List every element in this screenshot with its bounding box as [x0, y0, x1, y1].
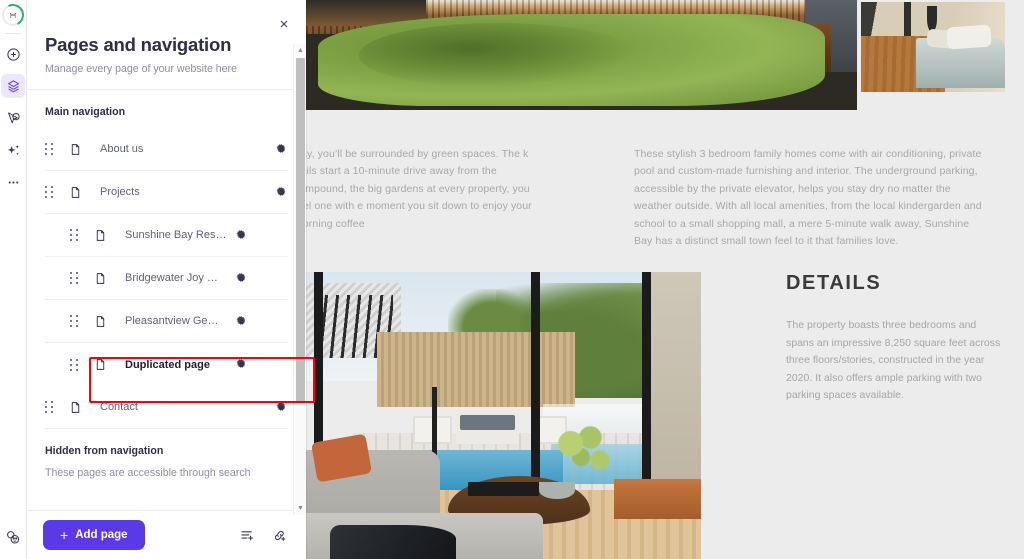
nav-row-label: Contact: [100, 401, 138, 413]
add-link-icon[interactable]: [268, 524, 290, 546]
drag-handle-icon[interactable]: [45, 186, 55, 198]
page-document-icon: [94, 229, 107, 242]
backyard-lawn-photo[interactable]: [306, 0, 857, 110]
hidden-from-navigation-note: These pages are accessible through searc…: [45, 467, 251, 479]
page-settings-gear-icon[interactable]: [275, 401, 288, 414]
page-settings-gear-icon[interactable]: [235, 229, 248, 242]
nav-row-bridgewater-joy[interactable]: Bridgewater Joy …: [45, 257, 288, 300]
drag-handle-icon[interactable]: [45, 401, 55, 413]
rail-divider: [4, 33, 22, 34]
nav-row-projects[interactable]: Projects: [45, 171, 288, 214]
nav-row-label: Projects: [100, 186, 140, 198]
drag-handle-icon[interactable]: [70, 272, 80, 284]
panel-footer: + Add page: [27, 510, 306, 559]
drag-handle-icon[interactable]: [45, 143, 55, 155]
main-navigation-label: Main navigation: [45, 106, 126, 118]
page-title: Pages and navigation: [45, 34, 232, 55]
hidden-from-navigation-label: Hidden from navigation: [45, 445, 164, 457]
nav-row-sunshine-bay[interactable]: Sunshine Bay Res…: [45, 214, 288, 257]
page-document-icon: [69, 401, 82, 414]
left-icon-rail: ∺: [0, 0, 27, 559]
nav-row-label: Duplicated page: [125, 358, 210, 371]
page-settings-gear-icon[interactable]: [235, 272, 248, 285]
page-document-icon: [94, 315, 107, 328]
more-options-button[interactable]: [1, 170, 25, 194]
pages-and-navigation-panel: × Pages and navigation Manage every page…: [27, 0, 315, 559]
panel-header: Pages and navigation Manage every page o…: [27, 0, 306, 90]
nav-row-label: Bridgewater Joy …: [125, 272, 218, 284]
page-settings-gear-icon[interactable]: [275, 143, 288, 156]
ai-assistant-button[interactable]: [1, 138, 25, 162]
scroll-down-arrow-icon[interactable]: ▼: [294, 502, 307, 515]
plus-circle-icon: [6, 47, 20, 61]
logo-icon[interactable]: ∺: [0, 1, 27, 29]
sparkle-icon: [7, 144, 19, 155]
page-document-icon: [69, 143, 82, 156]
nav-row-label: Pleasantview Ge…: [125, 315, 219, 327]
page-settings-gear-icon[interactable]: [275, 186, 288, 199]
people-avatars-icon: [7, 531, 20, 544]
scrollbar-thumb[interactable]: [296, 58, 305, 402]
drag-handle-icon[interactable]: [70, 229, 80, 241]
scroll-up-arrow-icon[interactable]: ▲: [294, 44, 307, 57]
panel-scroll-area: Main navigation About us Projects Sunshi…: [27, 90, 306, 510]
panel-scrollbar[interactable]: ▲ ▼: [293, 44, 306, 515]
nav-row-about-us[interactable]: About us: [45, 128, 288, 171]
nav-row-label: Sunshine Bay Res…: [125, 229, 227, 241]
page-document-icon: [94, 358, 107, 371]
page-document-icon: [69, 186, 82, 199]
bedroom-photo[interactable]: [861, 2, 1005, 92]
page-settings-gear-icon[interactable]: [235, 358, 248, 371]
intro-paragraph-left: Bay, you’ll be surrounded by green space…: [294, 148, 532, 230]
details-section: DETAILS The property boasts three bedroo…: [786, 272, 1001, 405]
details-heading: DETAILS: [786, 272, 882, 294]
layers-icon: [7, 79, 19, 92]
ellipsis-icon: [8, 180, 18, 184]
details-paragraph: The property boasts three bedrooms and s…: [786, 319, 1001, 402]
intro-paragraph-right: These stylish 3 bedroom family homes com…: [634, 148, 982, 248]
app-root: Bay, you’ll be surrounded by green space…: [0, 0, 1024, 559]
living-room-pool-photo[interactable]: [306, 272, 701, 559]
add-page-button[interactable]: + Add page: [43, 520, 145, 550]
cursor-comment-icon: [7, 111, 20, 123]
nav-row-contact[interactable]: Contact: [45, 386, 288, 429]
comments-button[interactable]: [1, 106, 25, 130]
add-element-button[interactable]: [1, 42, 25, 66]
pages-layers-button[interactable]: [1, 74, 25, 98]
drag-handle-icon[interactable]: [70, 315, 80, 327]
drag-handle-icon[interactable]: [70, 358, 80, 371]
nav-row-pleasantview[interactable]: Pleasantview Ge…: [45, 300, 288, 343]
plus-icon: +: [60, 527, 69, 543]
nav-row-duplicated-page[interactable]: Duplicated page: [45, 343, 288, 386]
collaborators-button[interactable]: [1, 525, 25, 549]
add-page-label: Add page: [75, 529, 128, 541]
page-settings-gear-icon[interactable]: [235, 315, 248, 328]
add-folder-icon[interactable]: [236, 524, 258, 546]
page-subtitle: Manage every page of your website here: [45, 63, 237, 75]
close-icon[interactable]: ×: [274, 14, 294, 34]
nav-row-label: About us: [100, 143, 144, 155]
page-document-icon: [94, 272, 107, 285]
